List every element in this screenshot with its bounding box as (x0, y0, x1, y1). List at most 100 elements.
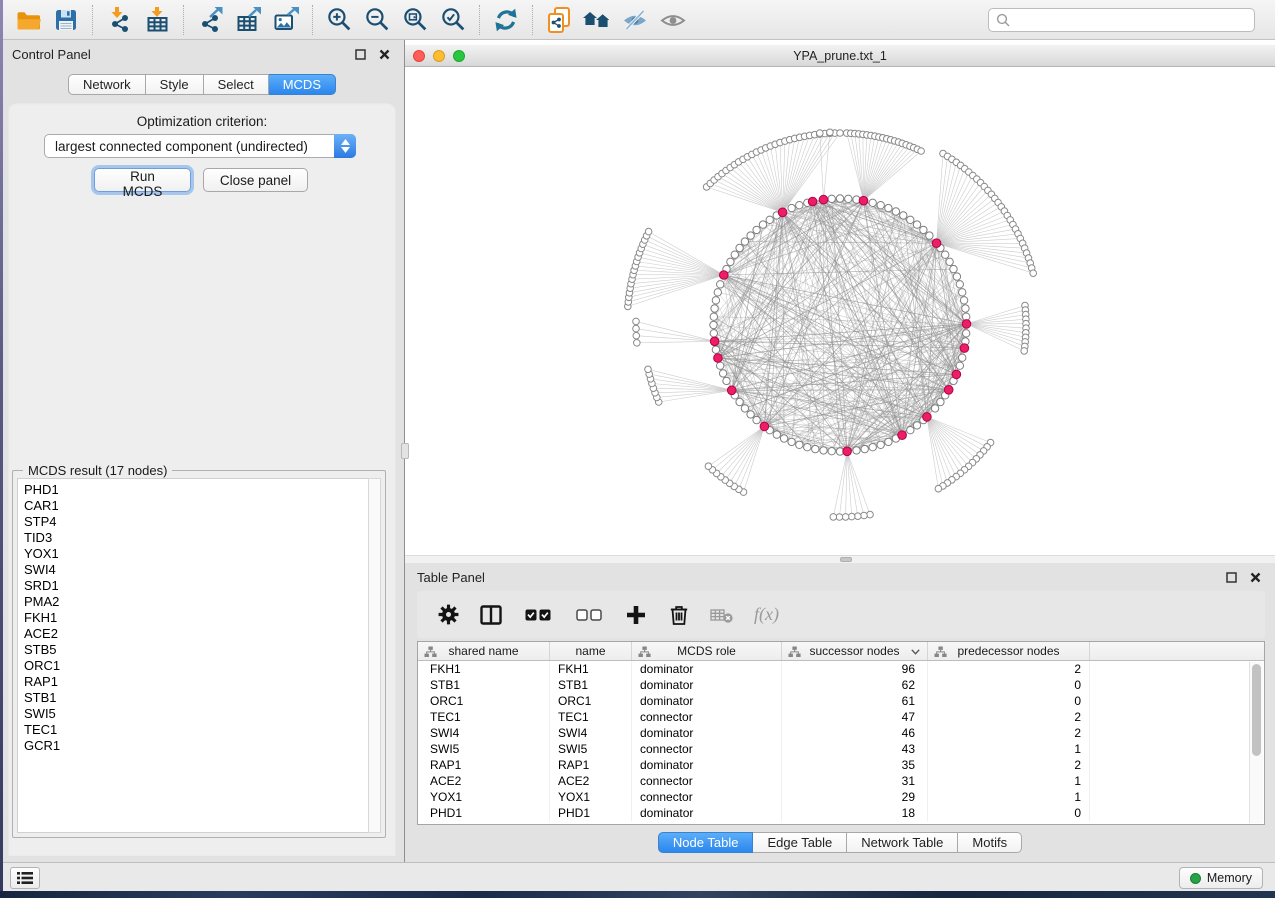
network-node[interactable] (836, 195, 843, 202)
table-cell[interactable]: 2 (928, 661, 1090, 677)
table-cell[interactable]: PHD1 (550, 805, 632, 821)
zoom-fit-icon[interactable] (400, 5, 430, 35)
table-row[interactable]: RAP1RAP1dominator352 (418, 757, 1248, 773)
import-network-icon[interactable] (104, 5, 134, 35)
mcds-node[interactable] (843, 447, 852, 456)
network-node[interactable] (926, 232, 933, 239)
network-node[interactable] (712, 346, 719, 353)
table-cell[interactable]: YOX1 (418, 789, 550, 805)
mcds-result-item[interactable]: GCR1 (24, 738, 368, 754)
network-node[interactable] (796, 202, 803, 209)
delete-row-icon[interactable] (666, 602, 692, 628)
mcds-result-item[interactable]: TEC1 (24, 722, 368, 738)
network-node[interactable] (828, 448, 835, 455)
leaf-node[interactable] (634, 340, 641, 347)
leaf-node[interactable] (645, 228, 652, 235)
table-cell[interactable]: 47 (782, 709, 928, 725)
network-node[interactable] (913, 221, 920, 228)
table-row[interactable]: SWI5SWI5connector431 (418, 741, 1248, 757)
mcds-node[interactable] (952, 370, 961, 379)
table-cell[interactable]: TEC1 (418, 709, 550, 725)
network-node[interactable] (812, 445, 819, 452)
network-node[interactable] (723, 377, 730, 384)
table-cell[interactable]: 46 (782, 725, 928, 741)
mcds-result-item[interactable]: SWI4 (24, 562, 368, 578)
network-node[interactable] (727, 258, 734, 265)
network-node[interactable] (946, 258, 953, 265)
table-cell[interactable]: 2 (928, 757, 1090, 773)
network-node[interactable] (877, 202, 884, 209)
tab-edge-table[interactable]: Edge Table (753, 832, 847, 853)
save-session-icon[interactable] (51, 5, 81, 35)
table-row[interactable]: STB1STB1dominator620 (418, 677, 1248, 693)
tab-node-table[interactable]: Node Table (658, 832, 754, 853)
table-vscrollbar[interactable] (1249, 662, 1263, 823)
network-node[interactable] (942, 251, 949, 258)
table-cell[interactable]: 62 (782, 677, 928, 693)
mcds-result-item[interactable]: TID3 (24, 530, 368, 546)
mcds-node[interactable] (778, 208, 787, 217)
column-header-shared-name[interactable]: shared name (418, 642, 550, 660)
table-cell[interactable]: connector (632, 709, 782, 725)
network-node[interactable] (780, 435, 787, 442)
float-panel-icon[interactable] (352, 46, 368, 62)
tab-network[interactable]: Network (68, 74, 146, 95)
mcds-node[interactable] (808, 197, 817, 206)
tab-select[interactable]: Select (204, 74, 269, 95)
mcds-result-list[interactable]: PHD1CAR1STP4TID3YOX1SWI4SRD1PMA2FKH1ACE2… (17, 478, 368, 833)
mcds-result-item[interactable]: FKH1 (24, 610, 368, 626)
network-node[interactable] (788, 438, 795, 445)
zoom-selected-icon[interactable] (438, 5, 468, 35)
memory-button[interactable]: Memory (1179, 867, 1263, 889)
mcds-node[interactable] (962, 320, 971, 329)
leaf-node[interactable] (837, 130, 844, 137)
network-node[interactable] (712, 297, 719, 304)
table-cell[interactable]: 43 (782, 741, 928, 757)
network-node[interactable] (753, 416, 760, 423)
leaf-node[interactable] (1030, 270, 1037, 277)
table-row[interactable]: PHD1PHD1dominator180 (418, 805, 1248, 821)
mcds-node[interactable] (932, 239, 941, 248)
table-cell[interactable]: dominator (632, 661, 782, 677)
table-row[interactable]: FKH1FKH1dominator962 (418, 661, 1248, 677)
table-cell[interactable]: ORC1 (418, 693, 550, 709)
network-node[interactable] (907, 427, 914, 434)
network-node[interactable] (766, 216, 773, 223)
table-cell[interactable]: dominator (632, 757, 782, 773)
network-canvas[interactable] (405, 68, 1275, 555)
network-node[interactable] (820, 447, 827, 454)
mcds-result-item[interactable]: CAR1 (24, 498, 368, 514)
table-cell[interactable]: connector (632, 741, 782, 757)
network-node[interactable] (950, 265, 957, 272)
mcds-result-item[interactable]: RAP1 (24, 674, 368, 690)
network-node[interactable] (885, 204, 892, 211)
network-node[interactable] (711, 305, 718, 312)
first-neighbors-icon[interactable] (582, 5, 612, 35)
table-cell[interactable]: dominator (632, 693, 782, 709)
network-node[interactable] (869, 199, 876, 206)
leaf-node[interactable] (830, 514, 837, 521)
network-node[interactable] (956, 362, 963, 369)
zoom-in-icon[interactable] (324, 5, 354, 35)
tab-mcds[interactable]: MCDS (269, 74, 336, 95)
network-node[interactable] (788, 204, 795, 211)
leaf-node[interactable] (855, 513, 862, 520)
table-cell[interactable]: RAP1 (550, 757, 632, 773)
network-node[interactable] (796, 441, 803, 448)
mcds-result-item[interactable]: YOX1 (24, 546, 368, 562)
network-node[interactable] (953, 273, 960, 280)
network-node[interactable] (920, 226, 927, 233)
mcds-node[interactable] (944, 386, 953, 395)
network-node[interactable] (736, 398, 743, 405)
network-node[interactable] (747, 411, 754, 418)
table-cell[interactable]: 0 (928, 693, 1090, 709)
table-cell[interactable]: SWI5 (418, 741, 550, 757)
table-cell[interactable]: 31 (782, 773, 928, 789)
show-all-icon[interactable] (658, 5, 688, 35)
network-node[interactable] (710, 313, 717, 320)
network-node[interactable] (931, 405, 938, 412)
tab-style[interactable]: Style (146, 74, 204, 95)
mcds-result-scrollbar[interactable] (368, 478, 381, 833)
export-image-icon[interactable] (271, 5, 301, 35)
mcds-node[interactable] (714, 354, 723, 363)
